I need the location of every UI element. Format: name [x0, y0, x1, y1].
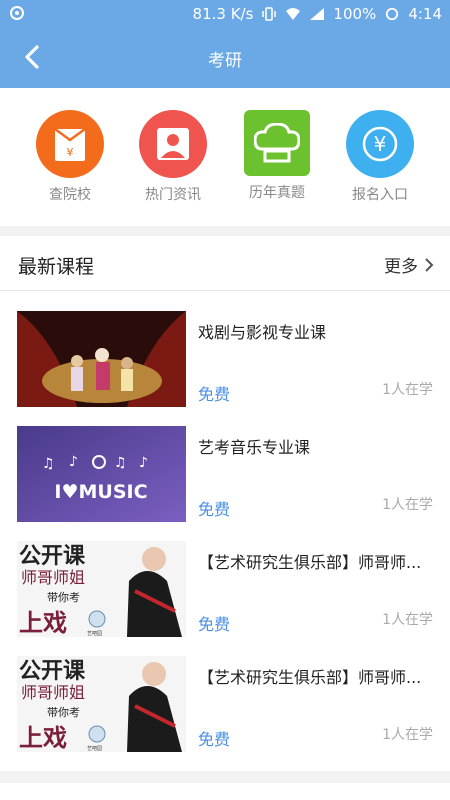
- clock: 4:14: [408, 5, 442, 23]
- network-speed: 81.3 K/s: [192, 5, 254, 23]
- course-item[interactable]: 戏剧与影视专业课 免费 1人在学: [0, 291, 450, 407]
- thumbnail-caption: 师哥师姐: [21, 683, 85, 702]
- thumbnail-caption: 师哥师姐: [21, 568, 85, 587]
- user-news-icon: [139, 110, 207, 178]
- svg-text:♫: ♫: [42, 456, 55, 472]
- school-envelope-icon: ¥: [36, 110, 104, 178]
- thumbnail-caption: I♥MUSIC: [54, 481, 147, 503]
- signal-icon: [310, 8, 325, 20]
- learner-count: 1人在学: [382, 612, 433, 628]
- course-title: 【艺术研究生俱乐部】师哥师...: [198, 553, 422, 572]
- course-item[interactable]: ♫ ♪ ♫ ♪ I♥MUSIC 艺考音乐专业课 免费 1人在学: [0, 406, 450, 522]
- section-title: 最新课程: [18, 256, 95, 278]
- quick-action-label: 历年真题: [249, 185, 305, 201]
- learner-count: 1人在学: [382, 497, 433, 513]
- thumbnail-caption: 带你考: [47, 591, 80, 604]
- svg-text:♫: ♫: [114, 455, 127, 471]
- course-price: 免费: [198, 385, 231, 404]
- more-label: 更多: [384, 257, 418, 277]
- quick-action-label: 查院校: [49, 187, 91, 203]
- thumbnail-caption: 带你考: [47, 706, 80, 719]
- learner-count: 1人在学: [382, 382, 433, 398]
- quick-action-label: 报名入口: [352, 187, 408, 203]
- course-price: 免费: [198, 730, 231, 749]
- course-price: 免费: [198, 615, 231, 634]
- thumbnail-caption: 上戏: [19, 609, 67, 637]
- quick-actions: ¥ 查院校 热门资讯 历年真题 ¥ 报名入口: [0, 88, 450, 226]
- quick-action-registration[interactable]: ¥ 报名入口: [335, 110, 425, 204]
- learner-count: 1人在学: [382, 727, 433, 743]
- course-item[interactable]: 公开课 师哥师姐 带你考 上戏 艺吧园 【艺术研究生俱乐部】师哥师... 免费 …: [0, 521, 450, 637]
- course-title: 戏剧与影视专业课: [198, 323, 327, 342]
- thumbnail-caption: 公开课: [19, 659, 86, 684]
- battery-level: 100%: [333, 5, 377, 23]
- more-button[interactable]: 更多: [384, 252, 434, 277]
- svg-text:♪: ♪: [139, 455, 148, 471]
- course-list: 戏剧与影视专业课 免费 1人在学 ♫ ♪ ♫ ♪ I♥MUSIC 艺考音乐专业课…: [0, 291, 450, 771]
- course-title: 【艺术研究生俱乐部】师哥师...: [198, 668, 422, 687]
- course-thumbnail: [17, 311, 186, 407]
- thumbnail-caption: 公开课: [19, 544, 86, 569]
- thumbnail-caption: 上戏: [19, 724, 67, 752]
- svg-text:¥: ¥: [374, 132, 387, 156]
- quick-action-find-school[interactable]: ¥ 查院校: [25, 110, 115, 204]
- svg-text:♪: ♪: [69, 454, 78, 470]
- latest-courses-header: 最新课程 更多: [0, 236, 450, 291]
- course-item[interactable]: 公开课 师哥师姐 带你考 上戏 艺吧园 【艺术研究生俱乐部】师哥师... 免费 …: [0, 636, 450, 752]
- page-title: 考研: [208, 51, 242, 71]
- top-app-bar: 考研: [0, 28, 450, 88]
- chevron-right-icon: [425, 257, 434, 272]
- quick-action-hot-news[interactable]: 热门资讯: [128, 110, 218, 204]
- vibrate-icon: [262, 7, 277, 21]
- quick-action-label: 热门资讯: [145, 187, 201, 203]
- quick-action-past-exams[interactable]: 历年真题: [232, 110, 322, 202]
- course-thumbnail: ♫ ♪ ♫ ♪ I♥MUSIC: [17, 426, 186, 522]
- notification-icon: [10, 6, 24, 20]
- course-title: 艺考音乐专业课: [198, 438, 311, 457]
- battery-ring-icon: [386, 7, 399, 21]
- svg-text:¥: ¥: [67, 146, 74, 159]
- status-bar: 81.3 K/s 100% 4:14: [0, 0, 450, 28]
- course-price: 免费: [198, 500, 231, 519]
- chef-hat-icon: [244, 110, 310, 176]
- next-section-peek: [0, 771, 450, 800]
- yen-coin-icon: ¥: [346, 110, 414, 178]
- course-thumbnail: 公开课 师哥师姐 带你考 上戏 艺吧园: [17, 656, 186, 752]
- wifi-icon: [286, 8, 301, 20]
- brand-logo: 艺吧园: [87, 746, 102, 752]
- course-thumbnail: 公开课 师哥师姐 带你考 上戏 艺吧园: [17, 541, 186, 637]
- next-section-card: [0, 783, 450, 800]
